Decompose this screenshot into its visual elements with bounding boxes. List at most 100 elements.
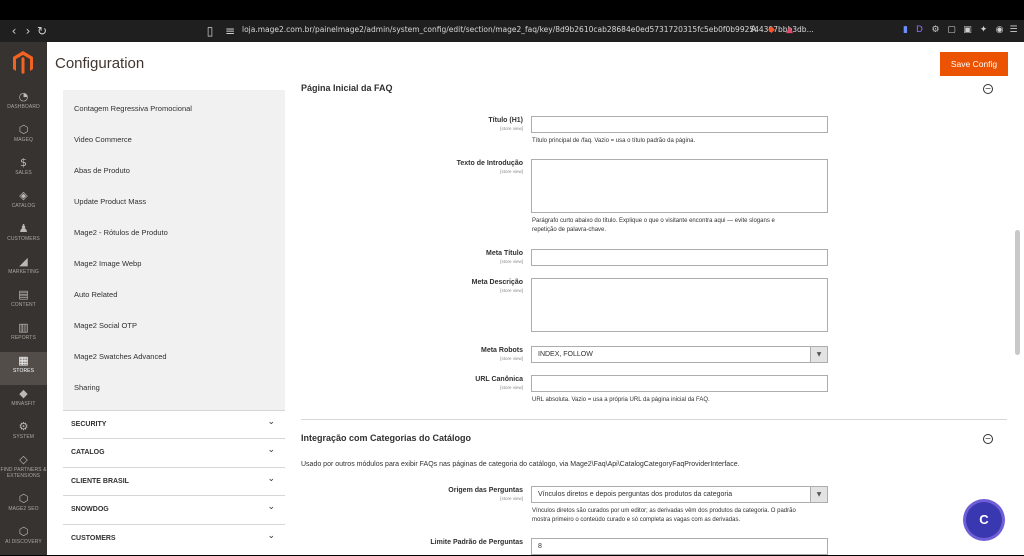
brave-rewards-icon[interactable]: ▲ [784,25,795,36]
tab-item[interactable]: Auto Related [74,290,117,299]
nav-item-content[interactable]: ▤ CONTENT [0,286,47,319]
tab-item[interactable]: Mage2 Image Webp [74,259,141,268]
nav-item-label: FIND PARTNERS & EXTENSIONS [0,467,47,479]
tab-item[interactable]: Video Commerce [74,135,132,144]
intro-textarea[interactable] [531,159,828,213]
question-origin-select[interactable]: Vínculos diretos e depois perguntas dos … [531,486,828,503]
translate-icon[interactable]: A [748,25,759,36]
page-title: Configuration [55,55,145,72]
main-content: Configuration Save Config Contagem Regre… [47,42,1024,555]
nav-item-label: MINASFIT [11,401,36,407]
dropdown-arrow-icon: ▼ [810,487,827,502]
nav-item-find-partners-extensions[interactable]: ◇ FIND PARTNERS & EXTENSIONS [0,451,47,484]
field-label: Meta Título [486,250,523,257]
reports-icon: ▥ [18,321,29,334]
field-scope: [store view] [500,126,523,131]
tab-item[interactable]: Contagem Regressiva Promocional [74,104,192,113]
section-cliente-brasil[interactable]: CLIENTE BRASIL ⌄ [63,467,285,494]
gear-icon: ⚙ [18,420,29,433]
field-note: repetição de palavra-chave. [532,227,607,233]
meta-robots-select[interactable]: INDEX, FOLLOW ▼ [531,346,828,363]
cube-icon: ◈ [19,189,28,202]
section-security[interactable]: SECURITY ⌄ [63,410,285,437]
field-scope: [store view] [500,169,523,174]
vpn-icon[interactable]: ◉ [994,25,1005,36]
nav-item-minasfit[interactable]: ◆ MINASFIT [0,385,47,418]
meta-description-textarea[interactable] [531,278,828,332]
field-label: Origem das Perguntas [448,487,523,494]
nav-item-stores[interactable]: ▦ STORES [0,352,47,385]
field-label: URL Canônica [475,376,523,383]
nav-item-sales[interactable]: $ SALES [0,154,47,187]
extension-icon[interactable]: ▮ [900,25,911,36]
tab-item[interactable]: Mage2 Swatches Advanced [74,352,167,361]
section-title: CLIENTE BRASIL [71,478,129,485]
content-icon: ▤ [18,288,29,301]
section-snowdog[interactable]: SNOWDOG ⌄ [63,495,285,522]
nav-item-ai-discovery[interactable]: ⬡ AI DISCOVERY [0,523,47,556]
wallet-icon[interactable]: ▣ [962,25,973,36]
nav-item-system[interactable]: ⚙ SYSTEM [0,418,47,451]
tab-item[interactable]: Abas de Produto [74,166,130,175]
config-tabs-panel: Contagem Regressiva Promocional Video Co… [63,90,285,410]
nav-item-label: MAGEQ [13,137,34,143]
chevron-down-icon: ⌄ [267,445,275,455]
nav-item-label: CATALOG [11,203,36,209]
nav-item-label: SYSTEM [12,434,35,440]
field-scope: [store view] [500,356,523,361]
extension-gear-icon[interactable]: ⚙ [930,25,941,36]
field-scope: [store view] [500,496,523,501]
question-limit-input[interactable]: 8 [531,538,828,555]
section-customers[interactable]: CUSTOMERS ⌄ [63,524,285,551]
save-config-button[interactable]: Save Config [940,52,1008,76]
field-label: Limite Padrão de Perguntas [430,539,523,546]
nav-item-label: MARKETING [8,269,39,275]
nav-item-reports[interactable]: ▥ REPORTS [0,319,47,352]
brave-shield-icon[interactable]: ◆ [766,25,777,36]
title-h1-input[interactable] [531,116,828,133]
group-title-catalog-integration[interactable]: Integração com Categorias do Catálogo [301,433,471,443]
nav-item-catalog[interactable]: ◈ CATALOG [0,187,47,220]
chevron-down-icon: ⌄ [267,531,275,541]
meta-title-input[interactable] [531,249,828,266]
group-title-faq-home[interactable]: Página Inicial da FAQ [301,83,393,93]
tab-item[interactable]: Mage2 - Rótulos de Produto [74,228,168,237]
tab-item[interactable]: Mage2 Social OTP [74,321,137,330]
leo-icon[interactable]: ✦ [978,25,989,36]
nav-item-marketing[interactable]: ◢ MARKETING [0,253,47,286]
nav-item-mage2-seo[interactable]: ⬡ MAGE2 SEO [0,490,47,523]
field-note: mostra primeiro o conteúdo curado e só c… [532,517,741,523]
field-label: Texto de Introdução [456,160,523,167]
collapse-icon[interactable]: − [983,84,993,94]
tab-item[interactable]: Update Product Mass [74,197,146,206]
nav-item-label: AI DISCOVERY [5,539,42,545]
extension-d-icon[interactable]: D [914,25,925,36]
tab-item[interactable]: Sharing [74,383,100,392]
person-icon: ♟ [18,222,29,235]
canonical-url-input[interactable] [531,375,828,392]
nav-item-mageq[interactable]: ⬡ MAGEQ [0,121,47,154]
section-title: CUSTOMERS [71,535,116,542]
scrollbar[interactable] [1015,230,1020,355]
url-text[interactable]: loja.mage2.com.br/painelmage2/admin/syst… [242,25,814,34]
section-catalog[interactable]: CATALOG ⌄ [63,438,285,465]
bookmark-icon[interactable]: ▯ [202,23,218,39]
collapse-icon[interactable]: − [983,434,993,444]
nav-item-label: CUSTOMERS [7,236,40,242]
site-settings-icon[interactable]: ≡ [222,23,238,39]
nav-item-customers[interactable]: ♟ CUSTOMERS [0,220,47,253]
nav-item-dashboard[interactable]: ◔ DASHBOARD [0,88,47,121]
chevron-down-icon: ⌄ [267,417,275,427]
magento-logo[interactable] [12,50,34,76]
dropdown-arrow-icon: ▼ [810,347,827,362]
reload-icon[interactable]: ↻ [34,23,50,39]
field-scope: [store view] [500,385,523,390]
field-note: Título principal de /faq. Vazio = usa o … [532,138,696,144]
sidebar-icon[interactable]: ▢ [946,25,957,36]
section-title: SECURITY [71,421,107,428]
browser-toolbar: ‹ › ↻ ▯ ≡ loja.mage2.com.br/painelmage2/… [0,20,1024,42]
menu-icon[interactable]: ☰ [1008,25,1019,36]
select-value: Vínculos diretos e depois perguntas dos … [538,491,733,498]
chat-button[interactable]: C [966,502,1002,538]
field-note: Parágrafo curto abaixo do título. Expliq… [532,218,775,224]
